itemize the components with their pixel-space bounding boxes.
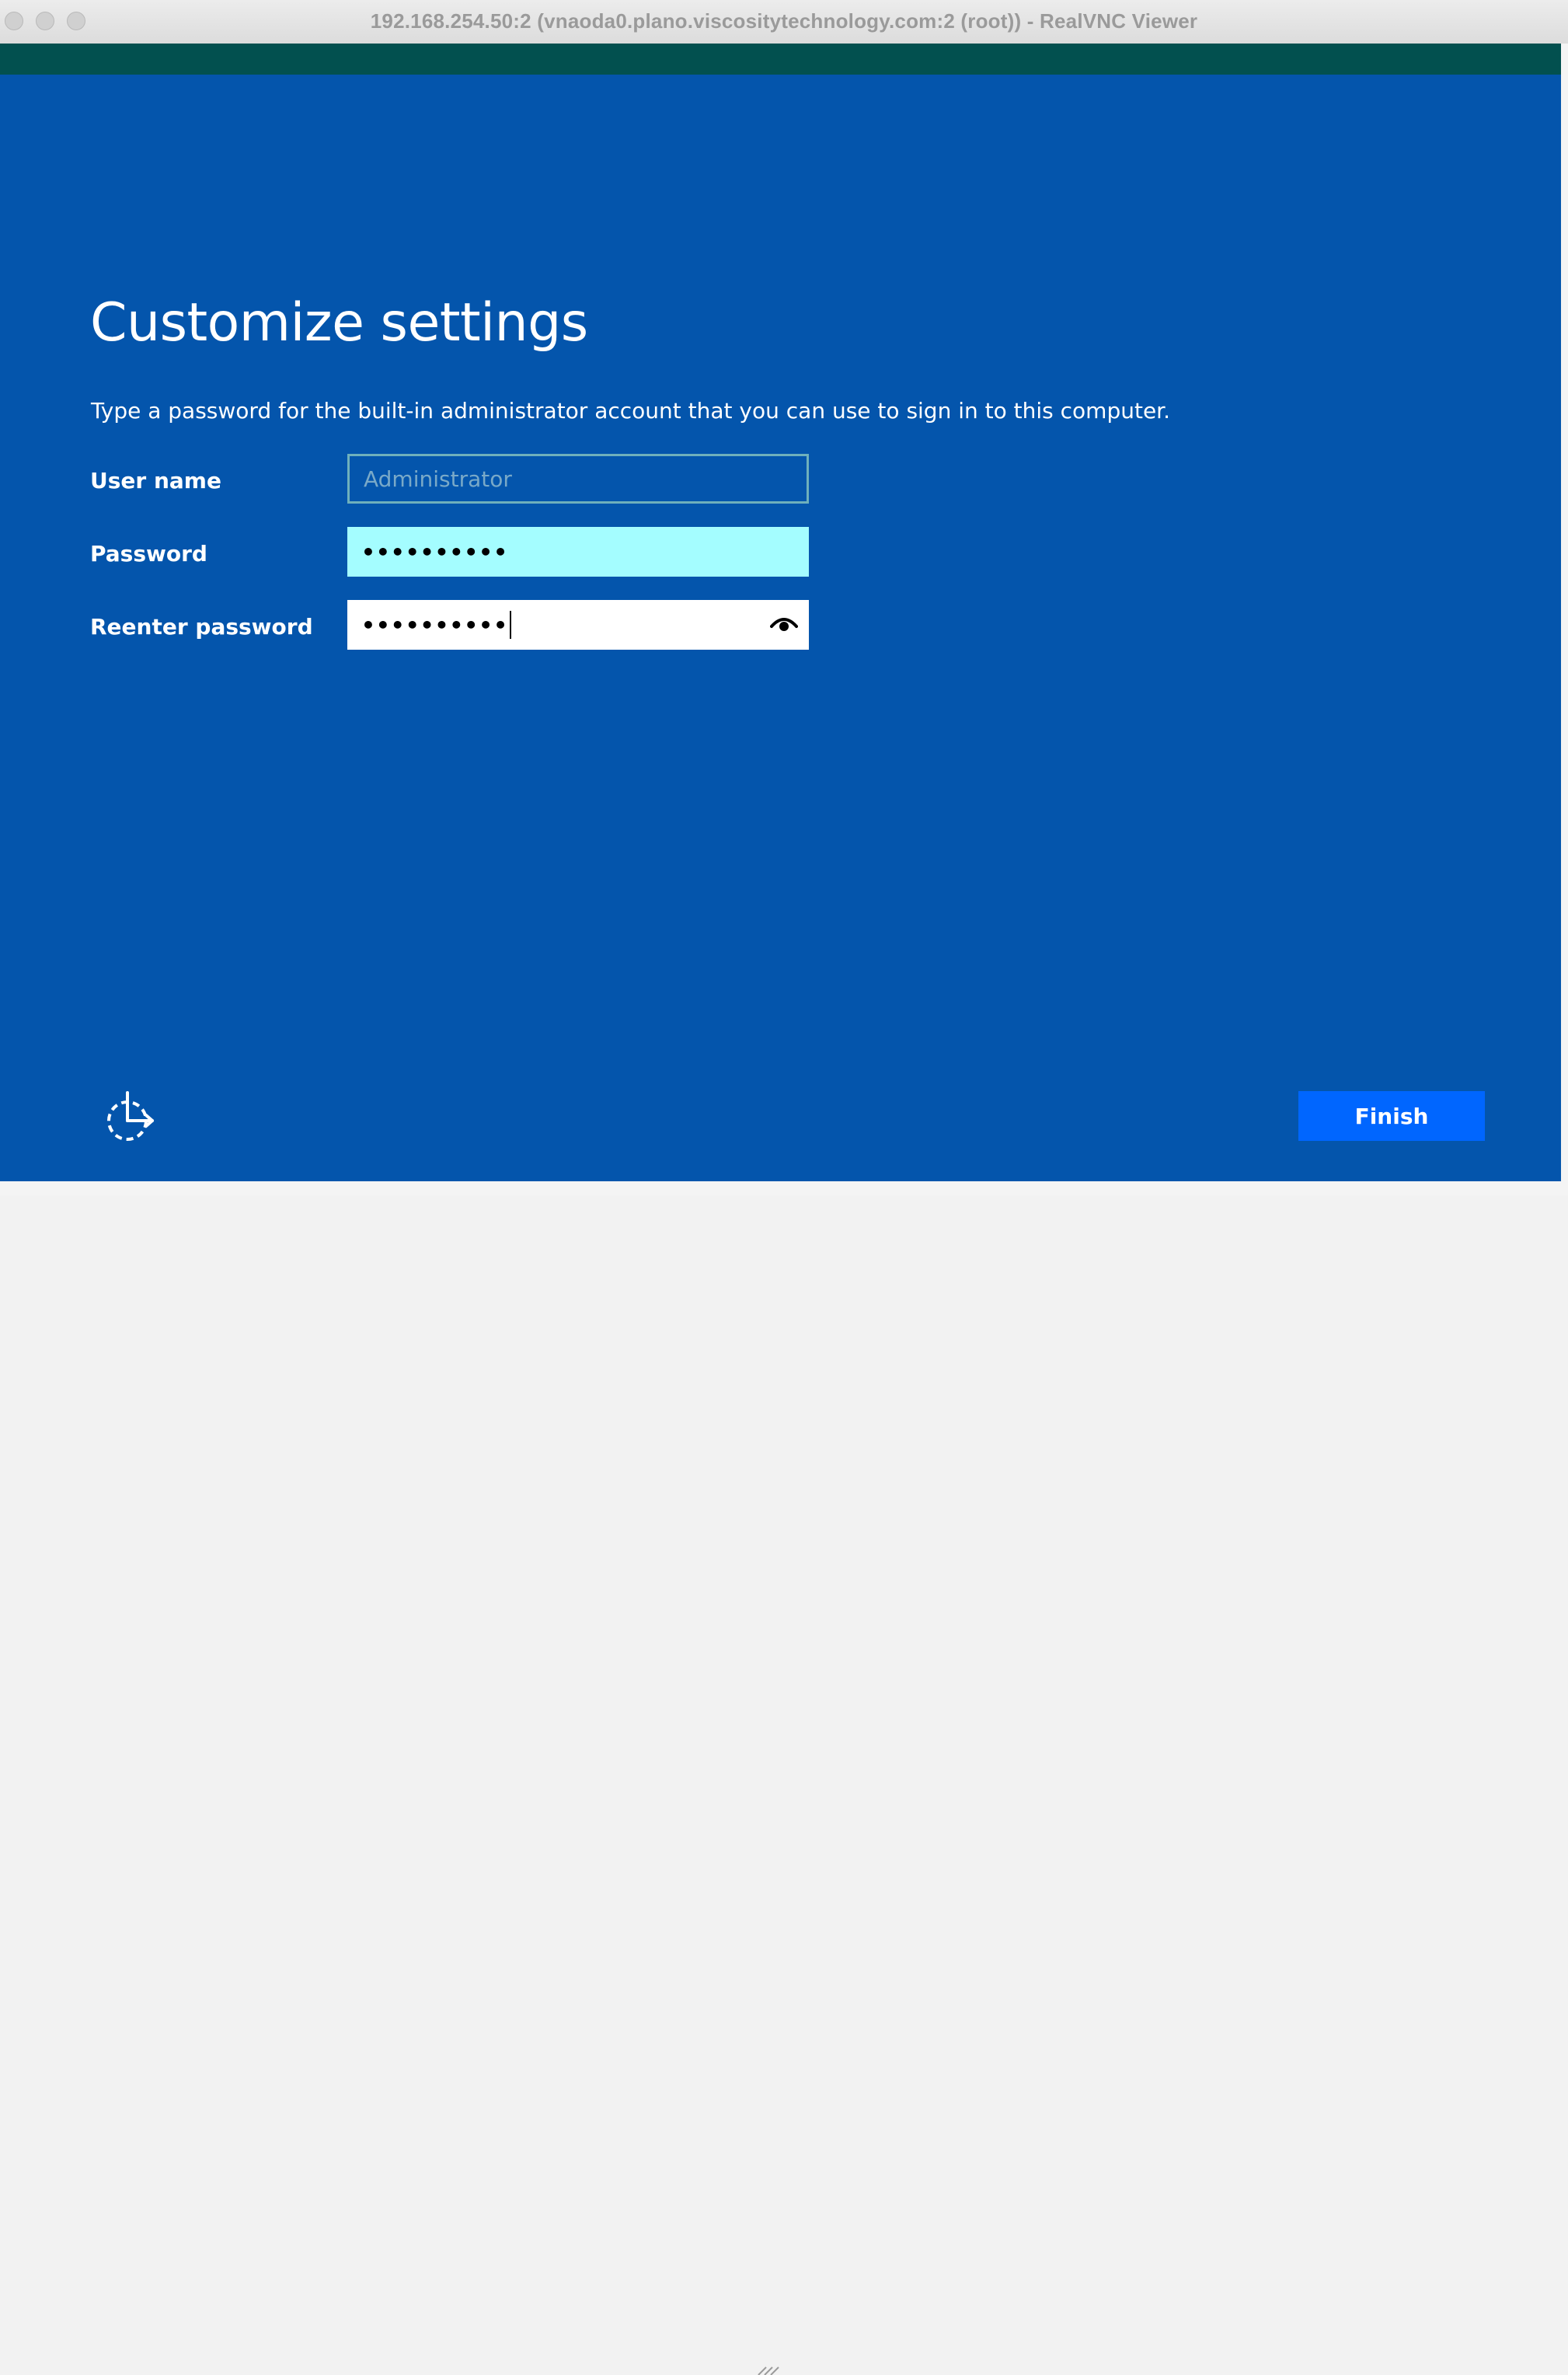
password-field[interactable]: •••••••••• — [347, 527, 809, 577]
username-field: Administrator — [347, 454, 809, 504]
eye-icon[interactable] — [770, 612, 798, 636]
vertical-scrollbar[interactable] — [1561, 44, 1568, 1181]
password-value: •••••••••• — [361, 539, 508, 565]
instructions-text: Type a password for the built-in adminis… — [91, 398, 1171, 424]
finish-button[interactable]: Finish — [1298, 1091, 1485, 1141]
header-band — [0, 44, 1561, 75]
page-title: Customize settings — [90, 292, 588, 354]
vnc-viewer-window: 192.168.254.50:2 (vnaoda0.plano.viscosit… — [0, 0, 1568, 2375]
horizontal-scrollbar[interactable] — [0, 1181, 1568, 2375]
reenter-password-label: Reenter password — [90, 614, 313, 640]
remote-desktop[interactable]: Customize settings Type a password for t… — [0, 44, 1561, 1181]
password-label: Password — [90, 541, 207, 567]
window-title: 192.168.254.50:2 (vnaoda0.plano.viscosit… — [370, 9, 1198, 33]
username-value: Administrator — [364, 466, 512, 492]
resize-grip-icon[interactable] — [755, 2366, 782, 2375]
reenter-password-value: •••••••••• — [361, 612, 508, 638]
reenter-password-field[interactable]: •••••••••• — [347, 600, 809, 650]
text-caret — [509, 611, 511, 639]
window-titlebar[interactable]: 192.168.254.50:2 (vnaoda0.plano.viscosit… — [0, 0, 1568, 44]
ease-of-access-icon[interactable] — [101, 1090, 157, 1146]
username-label: User name — [90, 468, 221, 493]
